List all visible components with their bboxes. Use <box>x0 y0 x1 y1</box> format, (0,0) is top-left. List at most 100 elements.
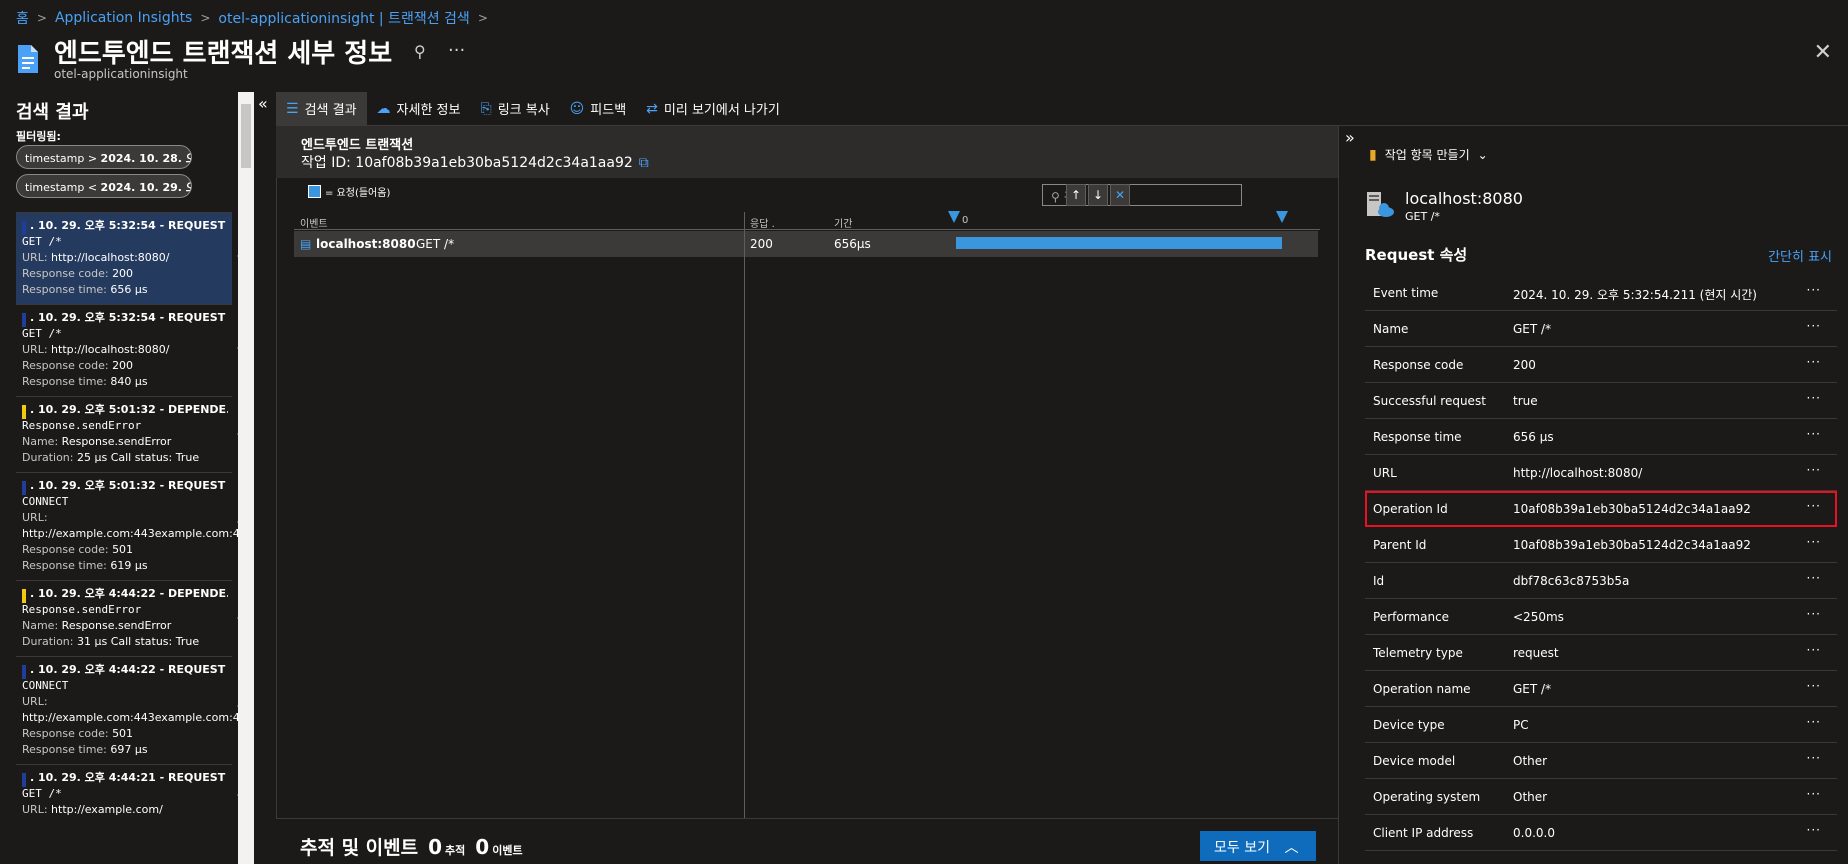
result-item[interactable]: . 10. 29. 오후 5:01:32 - REQUEST CONNECT URL… <box>16 472 238 580</box>
property-value: 10af08b39a1eb30ba5124d2c34a1aa92 <box>1513 538 1751 552</box>
property-value: request <box>1513 646 1559 660</box>
view-all-button[interactable]: 모두 보기 ︿ <box>1200 831 1316 861</box>
filter-pill[interactable]: timestamp > 2024. 10. 28. 오... <box>16 145 192 169</box>
pin-icon[interactable]: ⚲ <box>414 42 426 61</box>
feedback-button[interactable]: ☺ 피드백 <box>560 92 637 126</box>
property-row: Operation Id 10af08b39a1eb30ba5124d2c34a1… <box>1365 491 1837 527</box>
search-results-title: 검색 결과 <box>16 102 89 123</box>
result-line: URL: http://localhost:8080/ <box>22 343 170 356</box>
property-row: URL http://localhost:8080/ ··· <box>1365 455 1837 491</box>
more-icon[interactable]: ··· <box>1807 679 1821 693</box>
result-item[interactable]: . 10. 29. 오후 4:44:22 - REQUEST CONNECT URL… <box>16 656 238 764</box>
expand-icon[interactable]: » <box>1345 128 1355 147</box>
chevron-down-icon: ⌄ <box>1477 147 1488 162</box>
toolbar-icon: ☰ <box>286 100 299 117</box>
left-scrollbar[interactable] <box>238 92 254 864</box>
result-item[interactable]: . 10. 29. 오후 4:44:22 - DEPENDE... Respons… <box>16 580 238 656</box>
result-line: Duration: 25 µs Call status: True <box>22 451 200 464</box>
copy-link-button[interactable]: ⎘ 링크 복사 <box>470 92 559 126</box>
copy-icon[interactable]: ⧉ <box>639 155 649 171</box>
more-icon[interactable]: ··· <box>1807 391 1821 405</box>
collapse-left-icon[interactable]: « <box>258 94 268 113</box>
left-scrollbar-thumb[interactable] <box>241 104 251 168</box>
property-row: Response time 656 µs ··· <box>1365 419 1837 455</box>
more-icon[interactable]: ··· <box>1807 319 1821 333</box>
more-icon[interactable]: ··· <box>1807 823 1821 837</box>
exit-preview-button[interactable]: ⇄ 미리 보기에서 나가기 <box>636 92 790 126</box>
result-item[interactable]: . 10. 29. 오후 5:01:32 - DEPENDE... Respons… <box>16 396 238 472</box>
result-item[interactable]: . 10. 29. 오후 4:44:21 - REQUEST GET /* URL:… <box>16 764 238 824</box>
property-key: Response time <box>1373 430 1462 444</box>
col-response: 응답 . <box>750 219 775 230</box>
property-key: Device model <box>1373 754 1456 768</box>
more-icon[interactable]: ··· <box>1807 283 1821 297</box>
breadcrumb-resource[interactable]: otel-applicationinsight | 트랜잭션 검색 <box>218 8 469 28</box>
properties-panel: » ▮ 작업 항목 만들기 ⌄ localhost:8080 GET /* Requ… <box>1338 126 1848 864</box>
more-icon[interactable]: ··· <box>1807 355 1821 369</box>
more-icon[interactable]: ··· <box>1807 751 1821 765</box>
timeline-end-marker[interactable] <box>1276 211 1288 223</box>
property-key: Operation name <box>1373 682 1471 696</box>
more-icon[interactable]: ··· <box>1807 571 1821 585</box>
row-duration: 656µs <box>834 237 871 251</box>
type-indicator <box>22 481 26 495</box>
filter-pill[interactable]: timestamp < 2024. 10. 29. 오... <box>16 174 192 198</box>
request-legend-swatch <box>308 185 321 198</box>
table-row[interactable]: ▤ localhost:8080 GET /* 200 656µs <box>294 231 1318 257</box>
more-icon[interactable]: ··· <box>1807 607 1821 621</box>
tab-details[interactable]: ☁ 자세한 정보 <box>367 92 471 126</box>
server-sub: GET /* <box>1405 210 1440 223</box>
more-icon[interactable]: ··· <box>1807 427 1821 441</box>
server-icon: ▤ <box>300 237 312 251</box>
more-icon[interactable]: ··· <box>1807 643 1821 657</box>
property-key: Client IP address <box>1373 826 1474 840</box>
show-less-link[interactable]: 간단히 표시 <box>1768 246 1832 265</box>
document-icon <box>18 45 38 73</box>
result-item[interactable]: . 10. 29. 오후 5:32:54 - REQUEST GET /* URL:… <box>16 304 238 396</box>
property-key: Performance <box>1373 610 1450 624</box>
result-line: Response code: 501 <box>22 727 134 740</box>
property-row: Id dbf78c63c8753b5a ··· <box>1365 563 1837 599</box>
legend: = 요청(들어옴) <box>308 184 390 199</box>
traces-events-bar: 추적 및 이벤트 0 추적 0 이벤트 모두 보기 ︿ <box>276 818 1338 864</box>
tab-search-results[interactable]: ☰ 검색 결과 <box>276 91 367 126</box>
next-icon[interactable]: ↓ <box>1088 184 1108 206</box>
result-line: Response time: 697 µs <box>22 743 148 756</box>
result-line: http://example.com:443example.com:443 <box>22 711 238 724</box>
create-work-item-button[interactable]: ▮ 작업 항목 만들기 ⌄ <box>1369 146 1488 163</box>
transaction-title: 엔드투엔드 트랜잭션 <box>301 138 414 153</box>
timeline-start-marker[interactable] <box>948 211 960 223</box>
close-icon[interactable]: ✕ <box>1814 40 1832 65</box>
results-list: . 10. 29. 오후 5:32:54 - REQUEST GET /* URL:… <box>16 212 238 824</box>
prev-icon[interactable]: ↑ <box>1066 184 1086 206</box>
row-name: localhost:8080 <box>316 237 416 251</box>
result-line: URL: http://example.com/ <box>22 803 163 816</box>
property-value: GET /* <box>1513 322 1552 336</box>
timeline-zero: 0 <box>962 215 969 226</box>
property-key: Parent Id <box>1373 538 1427 552</box>
result-title: . 10. 29. 오후 4:44:22 - DEPENDE... <box>30 587 228 600</box>
result-item[interactable]: . 10. 29. 오후 5:32:54 - REQUEST GET /* URL:… <box>16 212 238 304</box>
traces-events-title: 추적 및 이벤트 0 추적 0 이벤트 <box>300 835 523 859</box>
more-icon[interactable]: ··· <box>1807 535 1821 549</box>
result-title: . 10. 29. 오후 5:32:54 - REQUEST <box>30 219 226 232</box>
result-sub: Response.sendError <box>22 603 142 616</box>
result-sub: Response.sendError <box>22 419 142 432</box>
property-row: Operating system Other ··· <box>1365 779 1837 815</box>
more-icon[interactable]: ··· <box>1807 463 1821 477</box>
divider <box>744 212 745 818</box>
more-icon[interactable]: ··· <box>1807 715 1821 729</box>
clear-icon[interactable]: ✕ <box>1110 184 1130 206</box>
result-line: Duration: 31 µs Call status: True <box>22 635 200 648</box>
breadcrumb-app-insights[interactable]: Application Insights <box>55 10 192 26</box>
result-sub: CONNECT <box>22 679 69 692</box>
property-row: Device model Other ··· <box>1365 743 1837 779</box>
row-method: GET /* <box>416 237 455 251</box>
property-value: <250ms <box>1513 610 1564 624</box>
more-icon[interactable]: ··· <box>1807 499 1821 513</box>
more-icon[interactable]: ··· <box>448 40 465 61</box>
breadcrumb-home[interactable]: 홈 <box>16 8 29 28</box>
more-icon[interactable]: ··· <box>1807 787 1821 801</box>
property-row: Operation name GET /* ··· <box>1365 671 1837 707</box>
property-key: URL <box>1373 466 1397 480</box>
